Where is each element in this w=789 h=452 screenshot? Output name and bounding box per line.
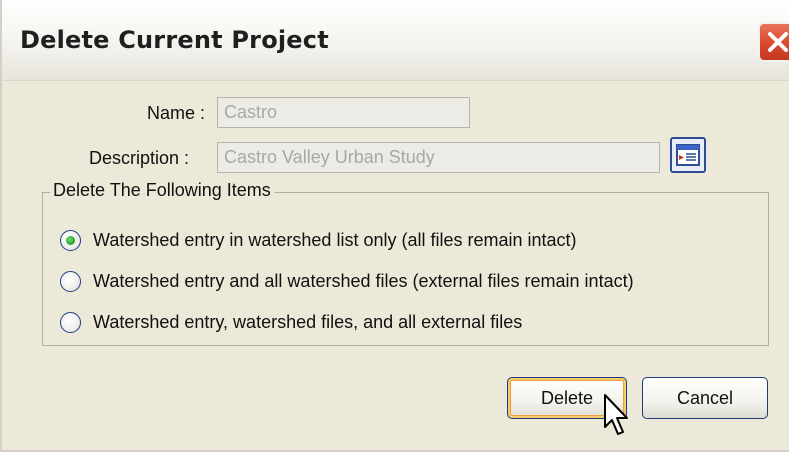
close-button[interactable] — [758, 22, 789, 62]
option-label: Watershed entry in watershed list only (… — [93, 229, 577, 250]
option-all-files[interactable]: Watershed entry, watershed files, and al… — [60, 307, 522, 337]
option-label: Watershed entry and all watershed files … — [93, 270, 634, 291]
radio-button[interactable] — [60, 311, 81, 333]
radio-button[interactable] — [60, 270, 81, 292]
name-label: Name : — [147, 103, 206, 123]
title-bar[interactable]: Delete Current Project — [2, 0, 789, 81]
close-x-icon — [768, 32, 788, 52]
dialog-window: Delete Current Project Name : Castro Des… — [0, 0, 789, 452]
description-field[interactable]: Castro Valley Urban Study — [217, 142, 660, 173]
mouse-pointer-icon — [604, 394, 628, 435]
browse-list-icon — [676, 144, 700, 166]
option-list-only[interactable]: Watershed entry in watershed list only (… — [60, 225, 577, 255]
cancel-button[interactable]: Cancel — [642, 377, 768, 419]
option-watershed-files[interactable]: Watershed entry and all watershed files … — [60, 266, 634, 296]
browse-button[interactable] — [670, 137, 706, 173]
dialog-title: Delete Current Project — [20, 26, 329, 54]
radio-button-selected[interactable] — [60, 229, 81, 251]
delete-options-legend: Delete The Following Items — [50, 180, 274, 201]
description-label: Description : — [89, 148, 190, 168]
name-field[interactable]: Castro — [217, 97, 470, 128]
option-label: Watershed entry, watershed files, and al… — [93, 311, 523, 332]
